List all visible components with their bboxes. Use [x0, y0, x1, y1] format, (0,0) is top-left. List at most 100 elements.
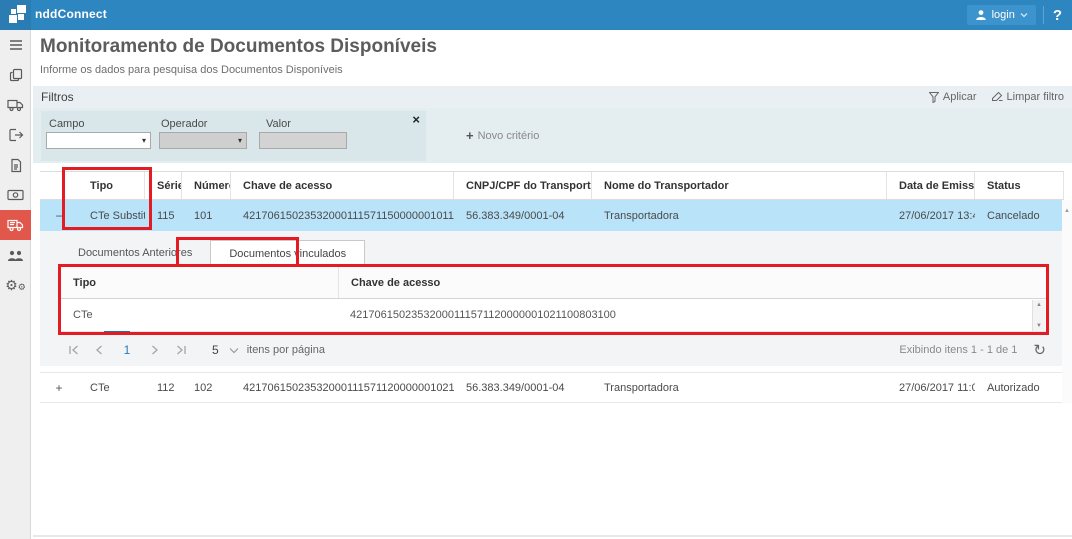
expand-row-button[interactable]: +	[55, 381, 62, 395]
column-header-numero[interactable]: Número	[182, 172, 231, 199]
sidebar-item-settings[interactable]: ⚙⚙	[0, 270, 31, 300]
collapse-row-button[interactable]: −	[55, 209, 62, 223]
expand-column-header	[40, 172, 78, 199]
last-page-button[interactable]	[168, 340, 194, 360]
money-icon	[7, 189, 24, 201]
sidebar-menu-toggle[interactable]	[0, 30, 31, 60]
sidebar-item-users[interactable]	[0, 240, 31, 270]
column-header-chave[interactable]: Chave de acesso	[231, 172, 454, 199]
cell-cnpj: 56.383.349/0001-04	[454, 200, 592, 231]
topbar-divider	[1043, 6, 1044, 24]
plus-icon: +	[466, 128, 474, 143]
cell-cnpj: 56.383.349/0001-04	[454, 373, 592, 402]
next-page-button[interactable]	[142, 340, 168, 360]
page-size-value: 5	[212, 343, 219, 357]
content-bottom-border	[33, 535, 1072, 537]
apply-filter-button[interactable]: Aplicar	[929, 91, 977, 103]
sidebar: ⚙⚙	[0, 30, 31, 539]
scroll-up-icon[interactable]: ▲	[1036, 302, 1042, 308]
inner-cell-chave: 4217061502353200011157112000000102110080…	[338, 299, 1034, 331]
chevron-down-icon	[229, 347, 239, 354]
page-size-select[interactable]: 5	[212, 343, 239, 357]
funnel-icon	[929, 92, 939, 103]
grid-scrollbar[interactable]: ▲	[1062, 200, 1072, 403]
topbar: nddConnect login ?	[0, 0, 1072, 30]
scroll-down-icon[interactable]: ▼	[1036, 323, 1042, 329]
clear-filter-button[interactable]: Limpar filtro	[991, 91, 1064, 103]
user-icon	[975, 9, 987, 21]
cell-chave: 4217061502353200011157112000000102110080…	[231, 373, 454, 402]
table-row[interactable]: − CTe Substituição 115 101 4217061502353…	[40, 200, 1064, 231]
previous-page-button[interactable]	[86, 340, 112, 360]
help-button[interactable]: ?	[1051, 7, 1068, 24]
documents-grid-continued: + CTe 112 102 42170615023532000111571120…	[40, 372, 1064, 403]
tab-documentos-vinculados[interactable]: Documentos vinculados	[210, 240, 365, 266]
row-detail-panel: Documentos Anteriores Documentos vincula…	[40, 231, 1062, 366]
column-header-data[interactable]: Data de Emissão ↓	[887, 172, 975, 199]
app-window: nddConnect login ?	[0, 0, 1072, 539]
sidebar-item-documents-monitor[interactable]	[0, 210, 31, 240]
scroll-up-icon[interactable]: ▲	[1064, 208, 1070, 214]
sidebar-item-transport[interactable]	[0, 90, 31, 120]
login-button[interactable]: login	[967, 5, 1036, 25]
status-badge: Autorizado	[975, 373, 1064, 402]
filters-header: Filtros Aplicar Limpar filtro	[33, 86, 1072, 108]
pager-summary: Exibindo itens 1 - 1 de 1	[899, 344, 1017, 356]
filters-title: Filtros	[41, 90, 74, 104]
page-title: Monitoramento de Documentos Disponíveis	[40, 36, 437, 58]
eraser-icon	[991, 92, 1003, 102]
inner-column-header-chave[interactable]: Chave de acesso	[338, 267, 1034, 298]
truck-document-icon	[7, 218, 24, 232]
apply-filter-label: Aplicar	[943, 91, 977, 103]
new-criteria-label: Novo critério	[478, 130, 540, 142]
brand[interactable]: nddConnect	[8, 3, 107, 25]
document-icon	[9, 158, 23, 173]
cell-serie: 112	[145, 373, 182, 402]
main-content: Monitoramento de Documentos Disponíveis …	[32, 30, 1072, 539]
selected-page-indicator	[104, 331, 130, 335]
chevron-down-icon	[1020, 12, 1028, 18]
valor-label: Valor	[266, 118, 291, 130]
sidebar-item-documents[interactable]	[0, 60, 31, 90]
table-row[interactable]: + CTe 112 102 42170615023532000111571120…	[40, 372, 1064, 403]
column-header-status[interactable]: Status	[975, 172, 1064, 199]
inner-cell-tipo: CTe	[61, 299, 338, 331]
cell-tipo: CTe Substituição	[78, 200, 145, 231]
sidebar-item-document[interactable]	[0, 150, 31, 180]
chevron-down-icon: ▾	[142, 136, 146, 145]
column-header-serie[interactable]: Série	[145, 172, 182, 199]
sidebar-item-exit[interactable]	[0, 120, 31, 150]
refresh-icon[interactable]: ↻	[1033, 341, 1046, 359]
inner-column-header-tipo[interactable]: Tipo	[61, 267, 338, 298]
cell-tipo: CTe	[78, 373, 145, 402]
column-header-data-label: Data de Emissão	[899, 180, 975, 192]
chevron-down-icon: ▾	[238, 136, 242, 145]
campo-select[interactable]: ▾	[46, 132, 151, 149]
column-header-nome[interactable]: Nome do Transportador	[592, 172, 887, 199]
first-page-button[interactable]	[60, 340, 86, 360]
detail-tabs: Documentos Anteriores Documentos vincula…	[60, 240, 365, 266]
page-subtitle: Informe os dados para pesquisa dos Docum…	[40, 64, 343, 76]
sidebar-item-billing[interactable]	[0, 180, 31, 210]
column-header-cnpj[interactable]: CNPJ/CPF do Transportador	[454, 172, 592, 199]
grid-header-row: Tipo Série Número Chave de acesso CNPJ/C…	[40, 171, 1064, 200]
operador-select[interactable]: ▾	[159, 132, 247, 149]
column-header-tipo[interactable]: Tipo	[78, 172, 145, 199]
inner-table-row[interactable]: CTe 421706150235320001115711200000010211…	[60, 299, 1048, 332]
filters-body: Campo Operador Valor ▾ ▾ × + Novo critér…	[33, 108, 1072, 163]
cell-chave: 4217061502353200011157115000000101110080…	[231, 200, 454, 231]
page-number-1[interactable]: 1	[112, 343, 142, 357]
page-size-label: itens por página	[247, 344, 325, 356]
new-criteria-button[interactable]: + Novo critério	[466, 128, 539, 143]
ndd-logo-icon	[8, 3, 28, 25]
tab-documentos-anteriores[interactable]: Documentos Anteriores	[60, 240, 210, 266]
cell-numero: 101	[182, 200, 231, 231]
inner-grid-pager: 1 5 itens por página Exibindo itens 1 - …	[60, 337, 1048, 363]
inner-grid-scrollbar[interactable]: ▲ ▼	[1032, 300, 1045, 331]
truck-icon	[7, 98, 24, 112]
cell-data: 27/06/2017 13:42	[887, 200, 975, 231]
brand-name: nddConnect	[35, 7, 107, 21]
exit-icon	[8, 128, 24, 142]
valor-input[interactable]	[259, 132, 347, 149]
close-icon[interactable]: ×	[412, 113, 420, 126]
